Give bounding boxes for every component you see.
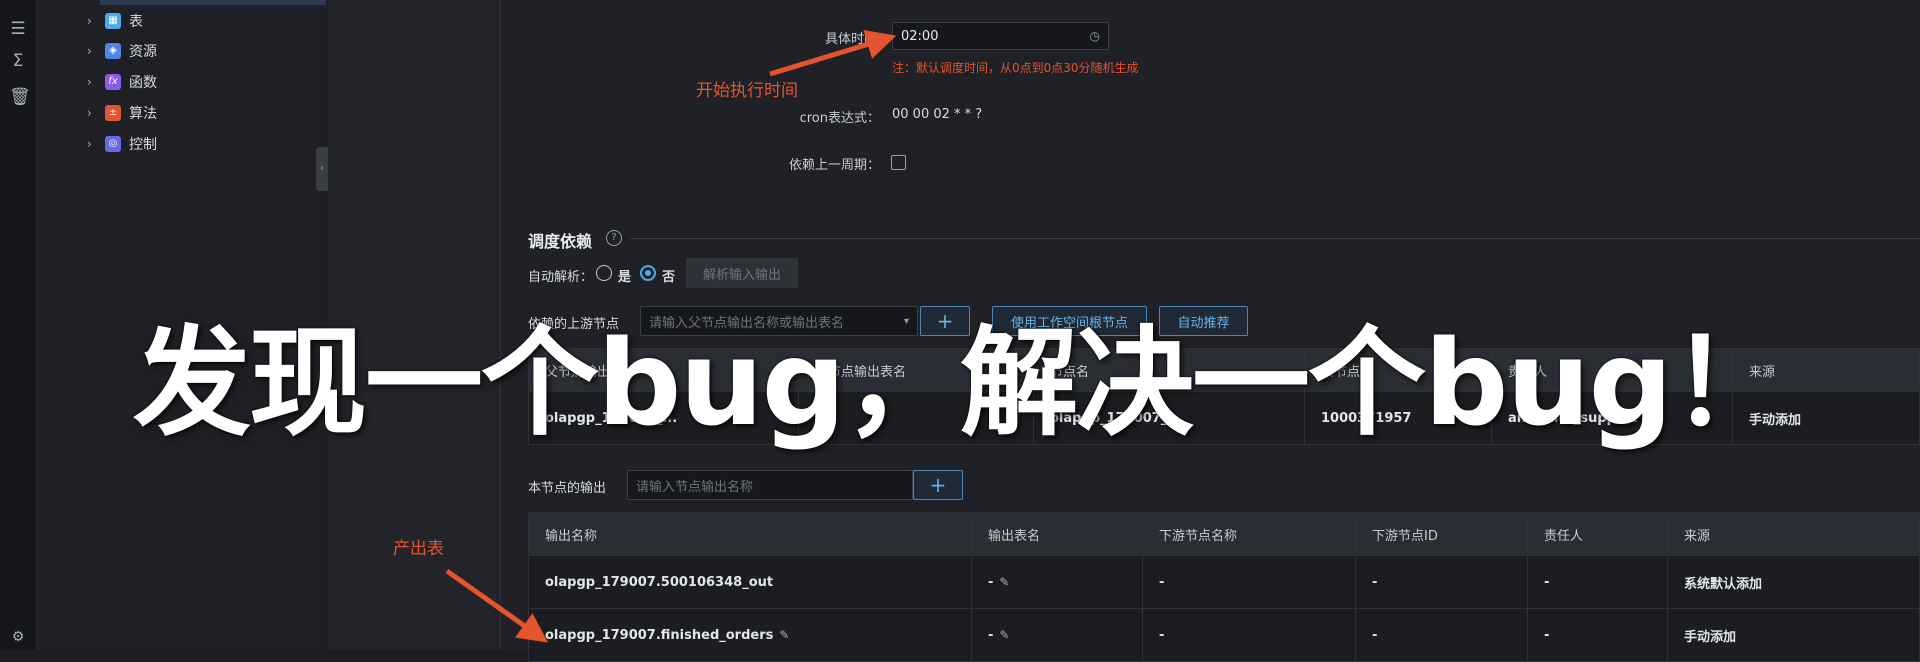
arrow-to-output-row [445, 568, 549, 643]
overlay-title: 发现一个bug，解决一个bug！ [133, 314, 1789, 452]
arrow-to-time-input [769, 30, 897, 77]
